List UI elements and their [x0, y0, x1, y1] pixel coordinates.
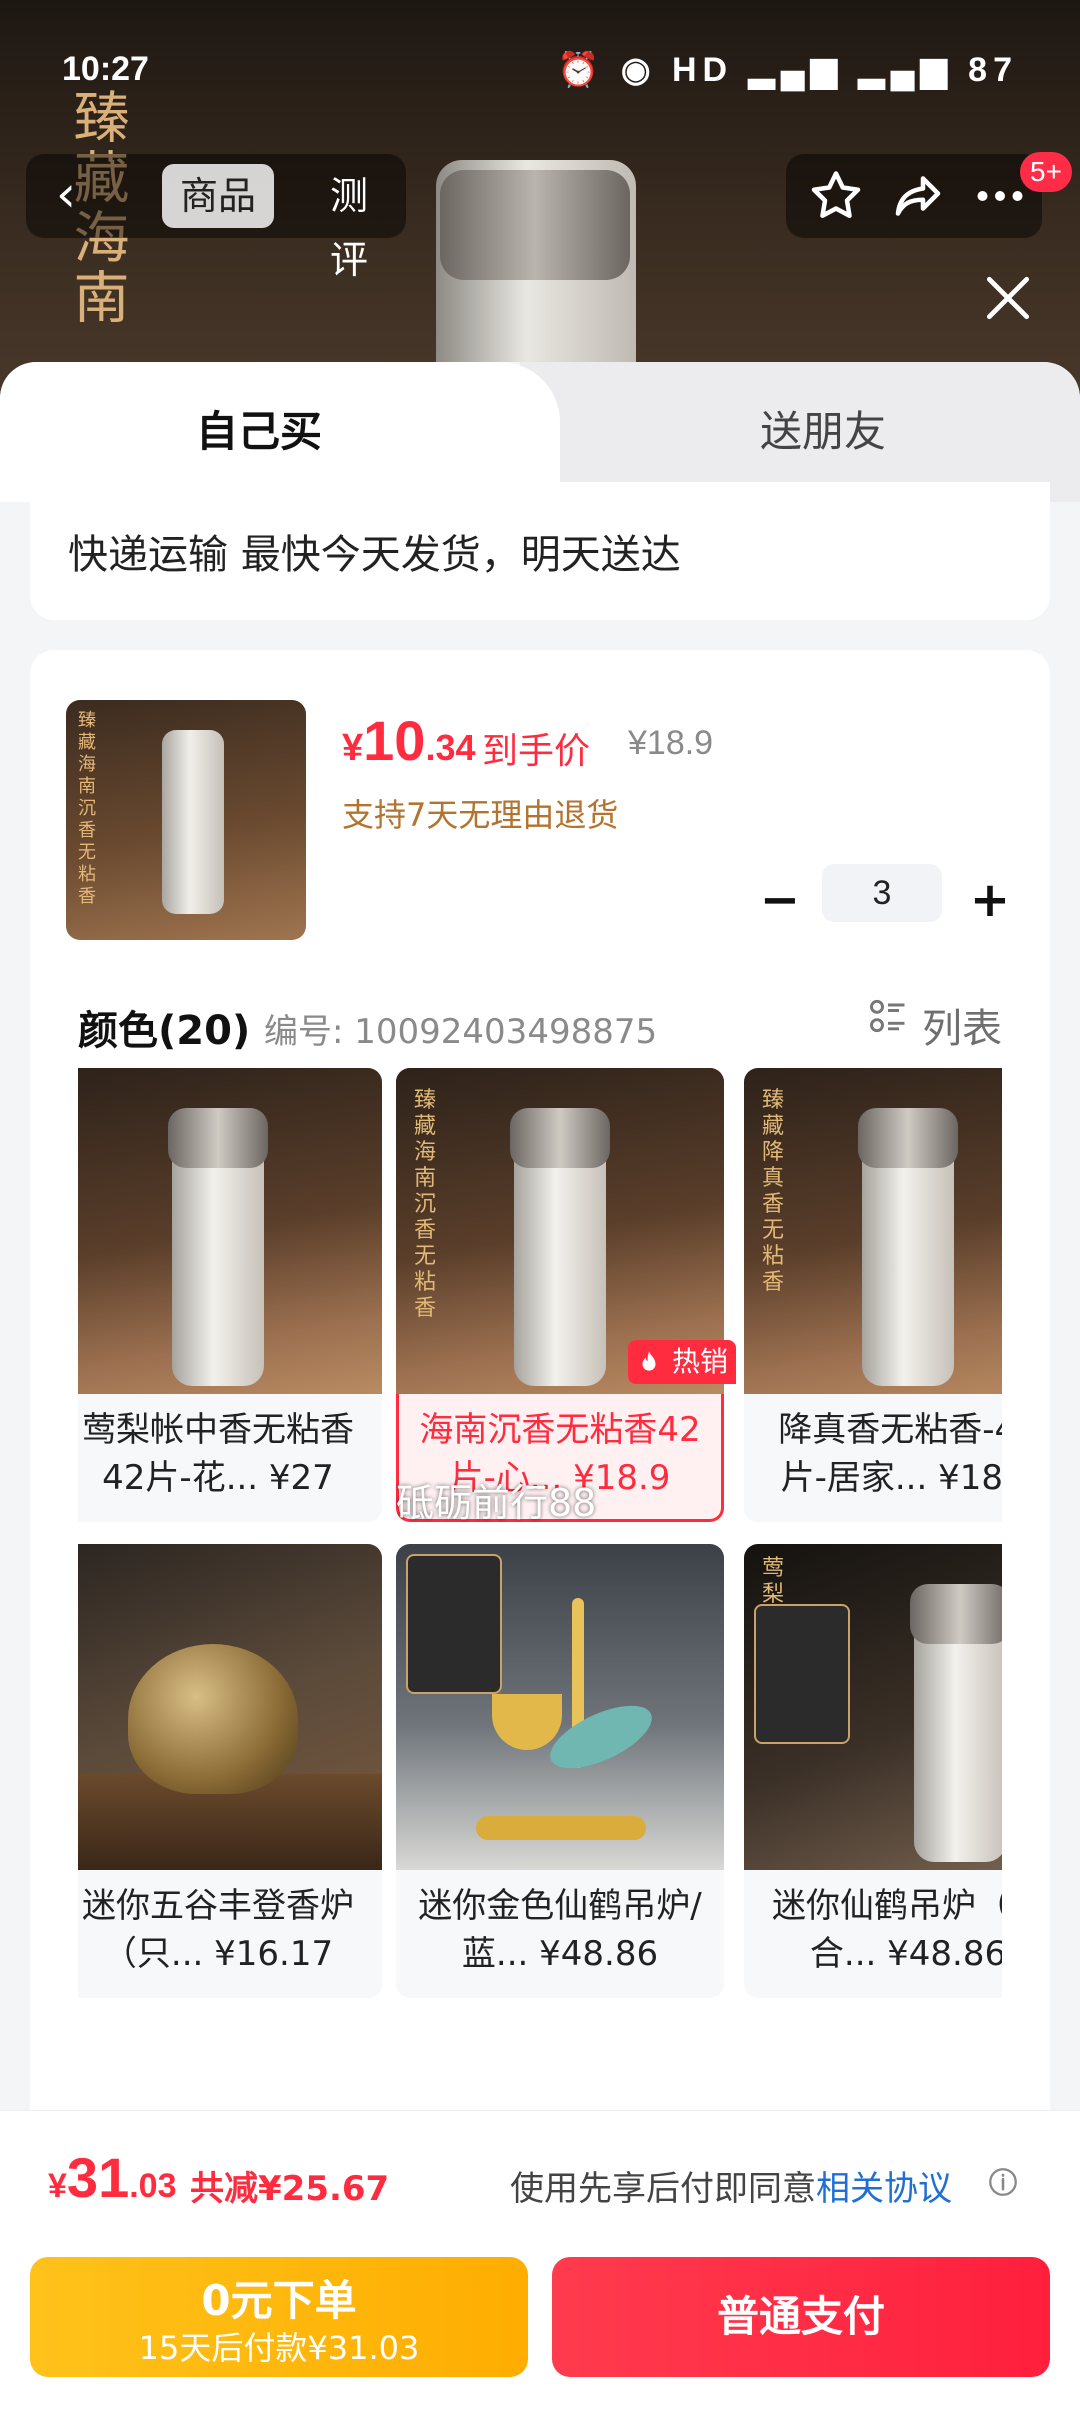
total-currency: ¥	[48, 2167, 67, 2205]
variant-jar	[858, 1108, 958, 1386]
promo-inset	[406, 1554, 502, 1694]
shipping-info: 快递运输 最快今天发货，明天送达	[68, 532, 681, 578]
battery-level: 87	[968, 51, 1018, 89]
return-policy: 支持7天无理由退货	[342, 796, 619, 834]
variant-label: 迷你仙鹤吊炉（组合... ¥48.86	[772, 1886, 1002, 1974]
price-decimal: .34	[425, 727, 476, 768]
list-view-toggle[interactable]: 列表	[866, 994, 1002, 1052]
normal-pay-button[interactable]: 普通支付	[552, 2257, 1050, 2377]
purchase-sheet: 自己买 送朋友 快递运输 最快今天发货，明天送达 臻藏海南沉香无粘香 ¥10.3…	[0, 362, 1080, 2412]
tab-buy-for-self[interactable]: 自己买	[196, 404, 322, 460]
current-price: ¥10.34	[342, 708, 475, 773]
promo-inset	[754, 1604, 850, 1744]
variant-label: 迷你金色仙鹤吊炉/蓝... ¥48.86	[418, 1886, 702, 1974]
hero-jar-cap	[440, 170, 630, 280]
variant-option[interactable]: 迷你五谷丰登香炉（只... ¥16.17	[78, 1544, 382, 1998]
variant-image-text: 臻藏海南沉香无粘香	[414, 1088, 437, 1321]
total-decimal: .03	[129, 2167, 177, 2205]
crane-base	[476, 1816, 646, 1840]
message-badge: 5+	[1020, 152, 1072, 192]
total-integer: 31	[66, 2146, 130, 2209]
checkout-bar: ¥31.03 共减¥25.67 使用先享后付即同意相关协议 0元下单 15天后付…	[0, 2110, 1080, 2412]
product-code: 编号: 10092403498875	[264, 1012, 658, 1052]
price-currency: ¥	[342, 727, 364, 769]
pay-later-title: 0元下单	[201, 2276, 357, 2325]
tab-send-to-friend[interactable]: 送朋友	[760, 404, 886, 460]
nav-left-group: ‹ 商品 测评	[26, 154, 406, 282]
purchase-mode-tabs: 自己买 送朋友	[0, 362, 1080, 502]
shipping-card: 快递运输 最快今天发货，明天送达	[30, 482, 1050, 620]
agreement-prefix: 使用先享后付即同意	[510, 2169, 816, 2209]
hot-sale-badge: 热销	[628, 1340, 736, 1384]
agreement-text: 使用先享后付即同意相关协议	[510, 2161, 952, 2210]
share-icon[interactable]	[888, 166, 948, 226]
status-icons: ⏰ ◉ HD ▂▄▆ ▂▄▆ 87	[557, 51, 1018, 89]
incense-burner	[128, 1644, 298, 1794]
back-arrow-icon[interactable]: ‹	[36, 164, 96, 228]
variant-option-selected[interactable]: 臻藏海南沉香无粘香 海南沉香无粘香42片-心... ¥18.9	[396, 1068, 724, 1522]
variant-label: 降真香无粘香-42片-居家... ¥18.9	[778, 1410, 1002, 1498]
agreement-link[interactable]: 相关协议	[816, 2169, 952, 2209]
total-discount: 共减¥25.67	[190, 2169, 390, 2209]
variant-option[interactable]: 莺梨无粘香 迷你仙鹤吊炉（组合... ¥48.86	[744, 1544, 1002, 1998]
variant-jar	[910, 1584, 1002, 1862]
quantity-increase-button[interactable]: +	[960, 872, 1020, 928]
hot-sale-label: 热销	[671, 1345, 728, 1378]
variant-label: 莺梨帐中香无粘香42片-花... ¥27	[82, 1410, 354, 1498]
flame-icon	[642, 1351, 656, 1371]
close-icon[interactable]	[976, 266, 1040, 330]
info-icon[interactable]	[986, 2165, 1020, 2199]
variant-jar	[510, 1108, 610, 1386]
variant-grid: 莺梨帐中香无粘香42片-花... ¥27 臻藏海南沉香无粘香 海南沉香无粘香42…	[78, 1068, 1002, 2068]
tab-review[interactable]: 测评	[312, 164, 406, 282]
total-price: ¥31.03	[48, 2145, 176, 2210]
variant-image	[78, 1544, 382, 1870]
variant-label: 迷你五谷丰登香炉（只... ¥16.17	[82, 1886, 354, 1974]
variant-image-text: 臻藏降真香无粘香	[762, 1088, 785, 1295]
variant-option[interactable]: 臻藏降真香无粘香 降真香无粘香-42片-居家... ¥18.9	[744, 1068, 1002, 1522]
list-view-icon	[870, 999, 905, 1033]
tab-product[interactable]: 商品	[162, 164, 275, 228]
price-tag: 到手价	[482, 731, 591, 772]
quantity-input[interactable]: 3	[822, 864, 942, 922]
variant-image	[78, 1068, 382, 1394]
status-bar: 10:27 ⏰ ◉ HD ▂▄▆ ▂▄▆ 87	[0, 40, 1080, 100]
list-view-label: 列表	[922, 1006, 1002, 1052]
crane-bowl	[492, 1694, 562, 1750]
star-icon[interactable]	[806, 166, 866, 226]
product-thumbnail: 臻藏海南沉香无粘香	[66, 700, 306, 940]
variant-image: 莺梨无粘香	[744, 1544, 1002, 1870]
user-watermark: 砥砺前行88	[396, 1481, 597, 1525]
variant-section-title: 颜色(20)	[78, 1008, 251, 1054]
quantity-decrease-button[interactable]: −	[750, 872, 810, 928]
variant-image	[396, 1544, 724, 1870]
variant-option[interactable]: 迷你金色仙鹤吊炉/蓝... ¥48.86	[396, 1544, 724, 1998]
status-time: 10:27	[62, 50, 149, 88]
original-price: ¥18.9	[628, 724, 714, 762]
pay-later-button[interactable]: 0元下单 15天后付款¥31.03	[30, 2257, 528, 2377]
price-integer: 10	[363, 709, 426, 772]
variant-option[interactable]: 莺梨帐中香无粘香42片-花... ¥27	[78, 1068, 382, 1522]
thumb-jar	[162, 730, 224, 914]
pay-later-subtitle: 15天后付款¥31.03	[138, 2329, 420, 2367]
nav-right-group	[786, 154, 1042, 238]
variant-jar	[168, 1108, 268, 1386]
thumb-vertical-text: 臻藏海南沉香无粘香	[78, 710, 96, 907]
variant-image: 臻藏降真香无粘香	[744, 1068, 1002, 1394]
